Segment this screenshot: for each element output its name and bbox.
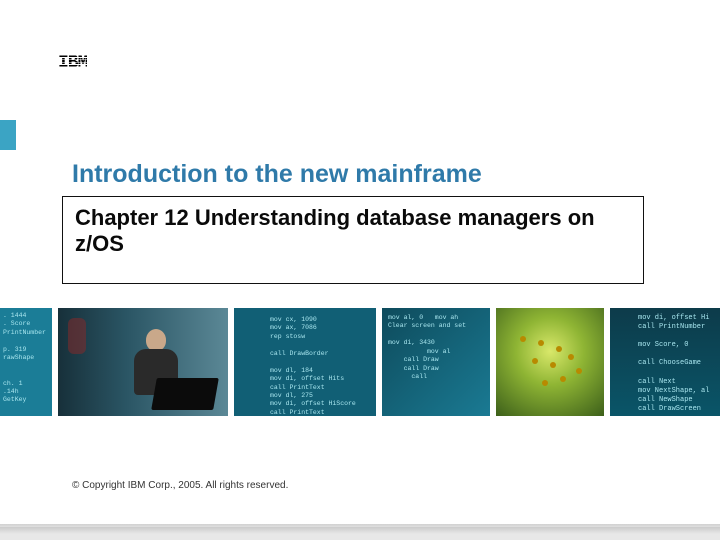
image-strip: . 1444 . Score PrintNumber p. 319 rawSha… [0, 308, 720, 416]
slide-shadow [0, 524, 720, 534]
ibm-logo: IBM [58, 54, 87, 72]
strip-tile-code-center: mov cx, 1090 mov ax, 7086 rep stosw call… [234, 308, 376, 416]
slide: IBM Introduction to the new mainframe Ch… [0, 0, 720, 527]
chapter-box: Chapter 12 Understanding database manage… [62, 196, 644, 284]
slide-title: Introduction to the new mainframe [72, 160, 482, 189]
chapter-title: Chapter 12 Understanding database manage… [75, 205, 631, 258]
strip-tile-code-right: mov di, offset Hi call PrintNumber mov S… [610, 308, 720, 416]
strip-tile-photo-person [58, 308, 228, 416]
accent-bar [0, 120, 16, 150]
laptop-shape [151, 378, 219, 410]
strip-tile-chip-closeup [496, 308, 604, 416]
strip-tile-code-dark: mov al, 0 mov ah Clear screen and set mo… [382, 308, 490, 416]
copyright-text: © Copyright IBM Corp., 2005. All rights … [72, 480, 288, 491]
background-figure [68, 318, 86, 354]
strip-tile-code-left: . 1444 . Score PrintNumber p. 319 rawSha… [0, 308, 52, 416]
